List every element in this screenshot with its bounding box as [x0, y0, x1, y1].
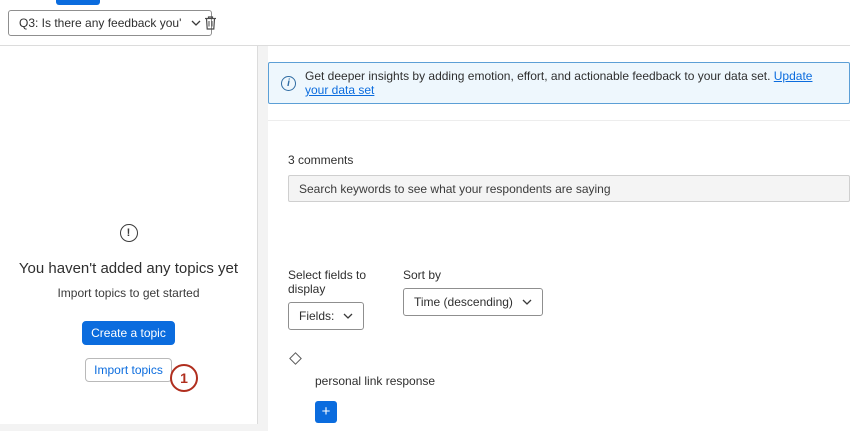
- fields-dropdown[interactable]: Fields:: [288, 302, 364, 330]
- fields-dropdown-value: Fields:: [299, 309, 334, 323]
- sort-filter-label: Sort by: [403, 268, 543, 282]
- keyword-search-input[interactable]: [288, 175, 850, 202]
- question-selector-label: Q3: Is there any feedback you': [19, 16, 181, 30]
- chevron-down-icon: [522, 299, 532, 305]
- diamond-icon: [289, 352, 302, 365]
- topbar: Q3: Is there any feedback you': [0, 0, 850, 46]
- comments-count: 3 comments: [288, 153, 850, 167]
- import-topics-button[interactable]: Import topics: [85, 358, 172, 382]
- delete-question-button[interactable]: [198, 11, 222, 35]
- sort-filter: Sort by Time (descending): [403, 268, 543, 330]
- alert-circle-icon: !: [120, 224, 138, 242]
- sort-dropdown[interactable]: Time (descending): [403, 288, 543, 316]
- empty-state-subtitle: Import topics to get started: [57, 286, 199, 300]
- question-selector-dropdown[interactable]: Q3: Is there any feedback you': [8, 10, 212, 36]
- active-tab-indicator: [56, 0, 100, 5]
- banner-message: Get deeper insights by adding emotion, e…: [305, 69, 770, 83]
- add-response-button[interactable]: +: [315, 401, 337, 423]
- info-banner: i Get deeper insights by adding emotion,…: [268, 62, 850, 104]
- comments-card: 3 comments Select fields to display Fiel…: [268, 120, 850, 431]
- create-topic-button[interactable]: Create a topic: [82, 321, 175, 345]
- chevron-down-icon: [343, 313, 353, 319]
- trash-icon: [203, 15, 218, 31]
- annotation-step-badge: 1: [170, 364, 198, 392]
- banner-text: Get deeper insights by adding emotion, e…: [305, 69, 837, 97]
- sort-dropdown-value: Time (descending): [414, 295, 513, 309]
- fields-filter: Select fields to display Fields:: [288, 268, 403, 330]
- info-icon: i: [281, 76, 296, 91]
- filters-row: Select fields to display Fields: Sort by…: [288, 268, 850, 330]
- empty-state-title: You haven't added any topics yet: [19, 260, 238, 277]
- topics-sidebar: ! You haven't added any topics yet Impor…: [0, 46, 258, 424]
- fields-filter-label: Select fields to display: [288, 268, 403, 296]
- response-type-label: personal link response: [315, 374, 850, 388]
- responses-panel: i Get deeper insights by adding emotion,…: [268, 46, 850, 424]
